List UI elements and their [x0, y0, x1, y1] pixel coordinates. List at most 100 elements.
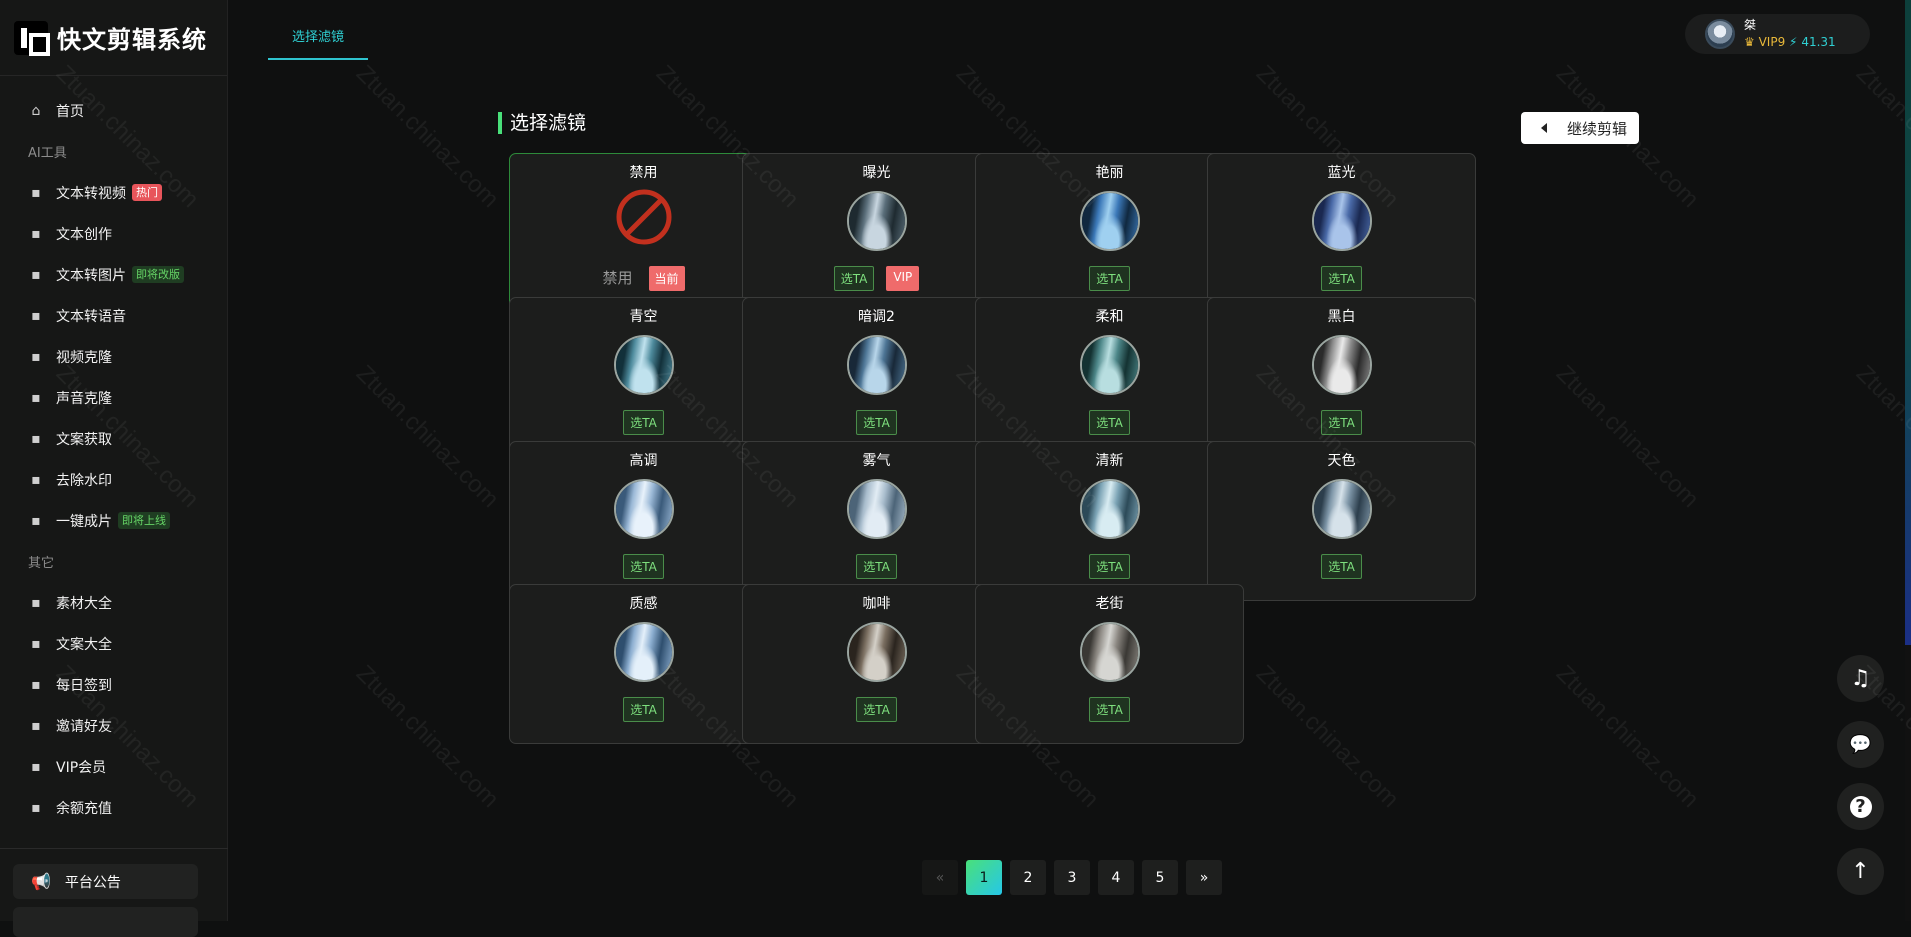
filter-card[interactable]: 天色 选TA: [1207, 441, 1476, 601]
sidebar-item-badge: 热门: [132, 184, 162, 201]
filter-preview-image: [1080, 335, 1140, 395]
back-to-top-button[interactable]: ↑: [1837, 848, 1884, 895]
filter-card[interactable]: 质感 选TA: [509, 584, 778, 744]
sidebar-item-badge: 即将改版: [132, 266, 184, 283]
notice-button[interactable]: 📢 平台公告: [13, 864, 198, 899]
sidebar-item-ai-8[interactable]: ▪ 一键成片 即将上线: [0, 500, 227, 541]
pick-filter-button[interactable]: 选TA: [623, 554, 664, 579]
page-button-5[interactable]: 5: [1142, 860, 1178, 895]
filter-card[interactable]: 高调选TA: [509, 441, 778, 601]
sidebar-section-other: 其它: [28, 556, 55, 571]
logo[interactable]: 快文剪辑系统: [0, 0, 227, 76]
pick-filter-button[interactable]: 选TA: [1321, 410, 1362, 435]
arrow-up-icon: ↑: [1851, 859, 1870, 884]
pick-filter-button[interactable]: 选TA: [623, 410, 664, 435]
sidebar-item-label: 文本创作: [56, 226, 112, 243]
watermark: Ztuan.chinaz.com: [350, 60, 504, 214]
text-size-icon: ▪: [31, 430, 41, 447]
id-card-icon: ▪: [31, 758, 41, 775]
filter-preview-image: [847, 191, 907, 251]
sidebar-item-ai-1[interactable]: ▪ 文本创作: [0, 213, 227, 254]
filter-preview-image: [847, 335, 907, 395]
sidebar-item-ai-2[interactable]: ▪ 文本转图片 即将改版: [0, 254, 227, 295]
filter-card[interactable]: 禁用 禁用 当前: [509, 153, 778, 313]
wechat-button[interactable]: 💬: [1837, 721, 1884, 768]
wallet-icon: ▪: [31, 799, 41, 816]
help-button[interactable]: ?: [1837, 783, 1884, 830]
no-watermark-icon: ▪: [31, 471, 41, 488]
pagination: « 1 2 3 4 5 »: [922, 860, 1222, 895]
sidebar-item-label: 每日签到: [56, 677, 112, 694]
logo-icon: [14, 20, 50, 56]
pick-filter-button[interactable]: 选TA: [856, 410, 897, 435]
filter-actions: 选TA: [1208, 554, 1475, 579]
filter-card[interactable]: 艳丽 选TA: [975, 153, 1244, 313]
user-chip[interactable]: 桀 ♛ VIP9 ⚡ 41.31: [1685, 14, 1870, 54]
filter-preview-image: [1080, 622, 1140, 682]
filter-actions: 选TA: [976, 697, 1243, 722]
sidebar-item-ai-5[interactable]: ▪ 声音克隆: [0, 377, 227, 418]
users-icon: ▪: [31, 389, 41, 406]
sidebar-item-ai-0[interactable]: ▪ 文本转视频 热门: [0, 172, 227, 213]
pick-filter-button[interactable]: 选TA: [1089, 554, 1130, 579]
flag-icon: ▪: [31, 676, 41, 693]
vip-level: VIP9: [1758, 35, 1786, 49]
pick-filter-button[interactable]: 选TA: [1321, 554, 1362, 579]
app-title: 快文剪辑系统: [57, 26, 207, 54]
sidebar-item-other-3[interactable]: ▪ 邀请好友: [0, 705, 227, 746]
page-button-1[interactable]: 1: [966, 860, 1002, 895]
disabled-text: 禁用: [602, 269, 633, 287]
sidebar-item-ai-4[interactable]: ▪ 视频克隆: [0, 336, 227, 377]
sidebar-item-ai-7[interactable]: ▪ 去除水印: [0, 459, 227, 500]
filter-card[interactable]: 老街 选TA: [975, 584, 1244, 744]
filter-card[interactable]: 曝光 选TA VIP: [742, 153, 1011, 313]
watermark: Ztuan.chinaz.com: [1550, 360, 1704, 514]
filter-actions: 选TA VIP: [743, 266, 1010, 291]
watermark: Ztuan.chinaz.com: [1850, 60, 1911, 214]
music-button[interactable]: ♫: [1837, 655, 1884, 702]
pick-filter-button[interactable]: 选TA: [856, 697, 897, 722]
page-button-2[interactable]: 2: [1010, 860, 1046, 895]
filter-card[interactable]: 暗调2 选TA: [742, 297, 1011, 457]
pick-filter-button[interactable]: 选TA: [1089, 697, 1130, 722]
filter-card[interactable]: 清新 选TA: [975, 441, 1244, 601]
magic-wand-icon: ▪: [31, 184, 41, 201]
tab-select-filter[interactable]: 选择滤镜: [268, 22, 369, 60]
pick-filter-button[interactable]: 选TA: [856, 554, 897, 579]
pick-filter-button[interactable]: 选TA: [1321, 266, 1362, 291]
pick-filter-button[interactable]: 选TA: [1089, 266, 1130, 291]
filter-card[interactable]: 黑白 选TA: [1207, 297, 1476, 457]
filter-card[interactable]: 青空 选TA: [509, 297, 778, 457]
sidebar-item-label: VIP会员: [56, 759, 107, 776]
filter-actions: 选TA: [743, 410, 1010, 435]
vip-badge: VIP: [886, 266, 920, 291]
sidebar-item-other-5[interactable]: ▪ 余额充值: [0, 787, 227, 828]
sidebar-item-label: 视频克隆: [56, 349, 112, 366]
sidebar-item-label: 素材大全: [56, 595, 112, 612]
scrollbar-thumb[interactable]: [1905, 0, 1911, 645]
page-next-button[interactable]: »: [1186, 860, 1222, 895]
page-prev-button[interactable]: «: [922, 860, 958, 895]
pick-filter-button[interactable]: 选TA: [833, 266, 875, 291]
filter-preview-image: [1312, 335, 1372, 395]
filter-card[interactable]: 蓝光 选TA: [1207, 153, 1476, 313]
filter-name: 高调: [629, 453, 658, 469]
sidebar-item-other-0[interactable]: ▪ 素材大全: [0, 582, 227, 623]
page-button-4[interactable]: 4: [1098, 860, 1134, 895]
sidebar-item-home[interactable]: ⌂ 首页: [0, 90, 227, 131]
sidebar-item-ai-6[interactable]: ▪ 文案获取: [0, 418, 227, 459]
filter-card[interactable]: 雾气 选TA: [742, 441, 1011, 601]
sidebar-extra-button[interactable]: [13, 907, 198, 937]
page-button-3[interactable]: 3: [1054, 860, 1090, 895]
filter-card[interactable]: 咖啡 选TA: [742, 584, 1011, 744]
sidebar-item-ai-3[interactable]: ▪ 文本转语音: [0, 295, 227, 336]
pick-filter-button[interactable]: 选TA: [623, 697, 664, 722]
sidebar-item-other-4[interactable]: ▪ VIP会员: [0, 746, 227, 787]
filter-preview-image: [614, 622, 674, 682]
sidebar-item-label: 去除水印: [56, 472, 112, 489]
continue-edit-button[interactable]: 继续剪辑: [1521, 112, 1639, 144]
pick-filter-button[interactable]: 选TA: [1089, 410, 1130, 435]
sidebar-item-other-2[interactable]: ▪ 每日签到: [0, 664, 227, 705]
sidebar-item-other-1[interactable]: ▪ 文案大全: [0, 623, 227, 664]
filter-card[interactable]: 柔和 选TA: [975, 297, 1244, 457]
